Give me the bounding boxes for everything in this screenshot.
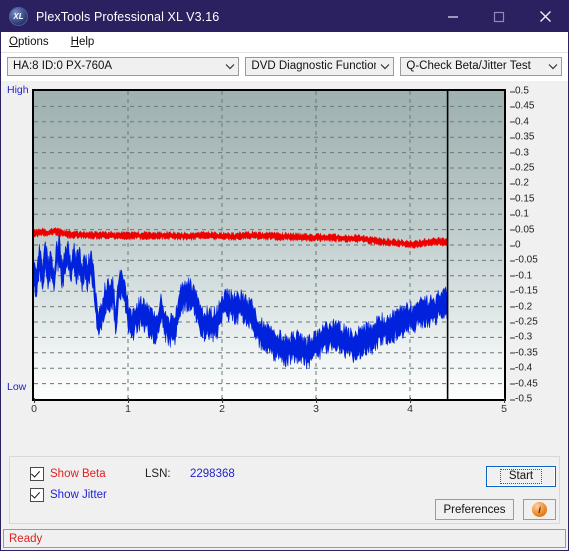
menu-bar: OOptionsptions HHelpelp <box>1 32 568 53</box>
y-tick-mark <box>510 106 515 108</box>
y-tick-label: 0.25 <box>510 163 534 174</box>
y-tick-mark <box>510 399 515 400</box>
window-title: PlexTools Professional XL V3.16 <box>36 9 220 24</box>
chevron-down-icon <box>376 63 393 70</box>
y-tick-mark <box>510 260 515 262</box>
application-window: XL PlexTools Professional XL V3.16 OOpti… <box>0 0 569 551</box>
checkbox-icon <box>30 467 44 481</box>
y-tick-label: -0.1 <box>510 270 532 281</box>
axis-low-label: Low <box>7 381 27 393</box>
y-tick-mark <box>510 168 515 169</box>
maximize-icon[interactable] <box>476 1 522 32</box>
y-tick-label: 0.05 <box>510 224 534 235</box>
y-tick-label: 0 <box>510 240 521 251</box>
x-tick-label: 5 <box>501 398 507 415</box>
preferences-button[interactable]: Preferences <box>435 499 514 520</box>
y-axis-labels: 0.5 0.45 0.4 0.35 0.3 0.25 0.2 0.15 0.1 0.05 0 -0.0… <box>510 81 557 411</box>
y-tick-mark <box>510 229 515 231</box>
y-tick-mark <box>510 275 515 277</box>
drive-select[interactable]: HA:8 ID:0 PX-760A <box>7 56 240 76</box>
y-tick-mark <box>510 291 515 293</box>
x-tick-mark <box>34 398 35 403</box>
checkbox-icon <box>30 488 44 502</box>
y-tick-mark <box>510 121 515 123</box>
test-select[interactable]: Q-Check Beta/Jitter Test <box>400 56 562 76</box>
plot-area <box>32 89 506 401</box>
function-select[interactable]: DVD Diagnostic Functions <box>245 56 395 76</box>
y-tick-label: -0.25 <box>510 317 538 328</box>
function-select-value: DVD Diagnostic Functions <box>251 60 377 72</box>
status-text: Ready <box>9 532 43 545</box>
x-axis-labels: 0 1 2 3 4 5 <box>5 398 545 419</box>
info-icon: i <box>532 502 547 517</box>
x-tick-label: 4 <box>407 398 413 415</box>
y-tick-label: -0.05 <box>510 255 538 266</box>
y-tick-mark <box>510 383 515 385</box>
menu-item-options[interactable]: OOptionsptions <box>7 36 59 48</box>
y-tick-label: 0.15 <box>510 193 534 204</box>
y-tick-label: 0.45 <box>510 101 534 112</box>
preferences-button-label: Preferences <box>443 503 506 516</box>
title-bar: XL PlexTools Professional XL V3.16 <box>1 1 568 32</box>
y-tick-label: -0.3 <box>510 332 532 343</box>
show-jitter-checkbox[interactable]: Show Jitter <box>30 488 107 502</box>
close-icon[interactable] <box>522 1 568 32</box>
start-button-label: Start <box>499 469 543 484</box>
chart-panel: High Low 0.5 0.45 0.4 0.35 0.3 0.25 0.2 0.15 0.1… <box>5 81 564 429</box>
x-tick-label: 0 <box>31 398 37 415</box>
y-tick-mark <box>510 352 515 354</box>
selection-toolbar: HA:8 ID:0 PX-760A DVD Diagnostic Functio… <box>1 53 568 81</box>
chevron-down-icon <box>544 63 561 70</box>
show-beta-checkbox[interactable]: Show Beta <box>30 467 106 481</box>
x-tick-label: 3 <box>313 398 319 415</box>
x-tick-label: 1 <box>125 398 131 415</box>
info-button[interactable]: i <box>523 499 556 520</box>
y-tick-label: 0.5 <box>510 86 529 97</box>
y-tick-label: 0.1 <box>510 209 529 220</box>
x-tick-mark <box>410 398 411 403</box>
y-tick-label: -0.45 <box>510 378 538 389</box>
controls-panel: Show Beta Show Jitter LSN: 2298368 Start… <box>9 456 560 524</box>
y-tick-mark <box>510 368 515 370</box>
x-tick-mark <box>222 398 223 403</box>
axis-high-label: High <box>7 84 29 96</box>
y-tick-mark <box>510 306 515 308</box>
y-tick-label: 0.35 <box>510 132 534 143</box>
y-tick-mark <box>510 152 515 154</box>
y-tick-mark <box>510 214 515 216</box>
show-beta-label: Show Beta <box>50 468 106 480</box>
y-tick-mark <box>510 337 515 339</box>
window-buttons <box>430 1 568 32</box>
y-tick-mark <box>510 183 515 185</box>
y-tick-label: -0.4 <box>510 363 532 374</box>
x-tick-mark <box>128 398 129 403</box>
app-logo-icon: XL <box>9 7 28 26</box>
y-tick-mark <box>510 322 515 323</box>
y-tick-mark <box>510 91 515 92</box>
y-tick-label: 0.3 <box>510 147 529 158</box>
y-tick-label: -0.35 <box>510 347 538 358</box>
x-tick-label: 2 <box>219 398 225 415</box>
x-tick-mark <box>316 398 317 403</box>
show-jitter-label: Show Jitter <box>50 489 107 501</box>
test-select-value: Q-Check Beta/Jitter Test <box>406 60 531 72</box>
y-tick-mark <box>510 245 515 246</box>
lsn-caption: LSN: <box>145 468 171 480</box>
status-bar: Ready <box>3 529 566 548</box>
x-tick-mark <box>504 398 505 403</box>
y-tick-label: -0.2 <box>510 301 532 312</box>
y-tick-mark <box>510 198 515 200</box>
y-tick-label: -0.15 <box>510 286 538 297</box>
drive-select-value: HA:8 ID:0 PX-760A <box>13 60 113 72</box>
start-button[interactable]: Start <box>486 466 556 487</box>
y-tick-label: 0.2 <box>510 178 529 189</box>
lsn-value: 2298368 <box>190 468 235 480</box>
plot-svg <box>34 91 504 399</box>
y-tick-label: 0.4 <box>510 116 529 127</box>
y-tick-mark <box>510 137 515 139</box>
menu-item-help[interactable]: HHelpelp <box>69 36 105 48</box>
chevron-down-icon <box>221 63 238 70</box>
minimize-icon[interactable] <box>430 1 476 32</box>
